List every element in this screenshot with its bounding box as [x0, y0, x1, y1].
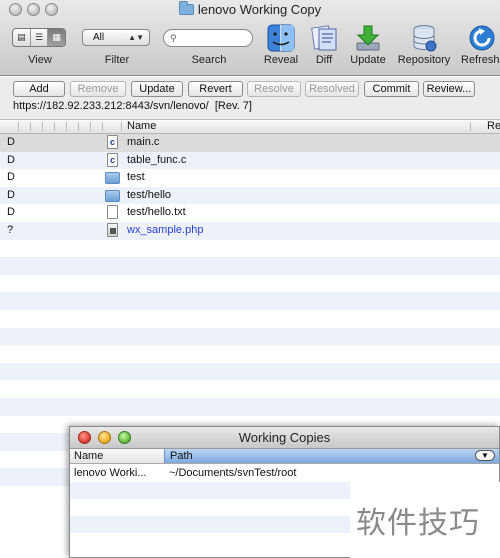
repository-icon [413, 25, 437, 52]
repo-url-text: https://182.92.233.212:8443/svn/lenovo/ [13, 100, 209, 112]
filter-select[interactable]: All ▲▼ [82, 29, 150, 46]
sort-down-icon[interactable]: ▼ [475, 450, 495, 461]
file-name: test/hello.txt [127, 206, 186, 219]
reveal-label: Reveal [263, 54, 299, 66]
finder-icon [267, 24, 295, 52]
file-name: test/hello [127, 188, 172, 201]
text-file-icon [107, 205, 118, 220]
window-title: lenovo Working Copy [0, 1, 500, 17]
folder-icon [105, 172, 120, 185]
zoom-window-button[interactable] [118, 431, 131, 444]
search-input[interactable]: ⚲ [163, 29, 253, 47]
empty-row [0, 257, 500, 275]
empty-row [0, 380, 500, 398]
file-row[interactable]: D table_func.c [0, 151, 500, 170]
working-copies-header: Name Path ▼ [70, 449, 499, 464]
empty-row [0, 345, 500, 363]
refresh-icon [469, 25, 495, 51]
file-list-header: Name Re [0, 120, 500, 134]
repository-button[interactable]: Repository [393, 22, 455, 70]
file-status: D [7, 206, 15, 219]
file-status: ? [7, 223, 14, 236]
file-row[interactable]: ? wx_sample.php [0, 221, 500, 240]
search-label: Search [191, 54, 227, 66]
filter-control[interactable]: All ▲▼ Filter [82, 22, 152, 70]
file-status: D [7, 153, 15, 166]
watermark: 软件技巧 [350, 482, 500, 558]
repository-label: Repository [397, 54, 451, 66]
view-mode-icons[interactable]: ▤ [13, 29, 31, 46]
name-column-header[interactable]: Name [74, 450, 103, 462]
file-name: main.c [127, 136, 160, 148]
c-file-icon [107, 152, 118, 167]
file-status: D [7, 136, 15, 148]
refresh-label: Refresh [461, 54, 500, 66]
view-mode-list[interactable]: ☰ [31, 29, 49, 46]
search-control[interactable]: ⚲ Search [163, 22, 255, 70]
empty-row [0, 274, 500, 293]
view-label: View [28, 54, 52, 66]
add-button[interactable]: Add [13, 81, 65, 97]
c-file-icon [107, 135, 118, 149]
resolved-button[interactable]: Resolved [305, 81, 359, 97]
empty-row [0, 327, 500, 346]
working-copies-title-bar: Working Copies [70, 427, 499, 449]
php-file-icon [107, 222, 118, 237]
file-row[interactable]: D test [0, 169, 500, 187]
file-row[interactable]: D test/hello.txt [0, 204, 500, 222]
repository-url: https://182.92.233.212:8443/svn/lenovo/ … [13, 100, 252, 112]
filter-label: Filter [104, 54, 130, 66]
path-column-header[interactable]: Path ▼ [164, 449, 499, 463]
reveal-button[interactable]: Reveal [258, 22, 304, 70]
empty-row [0, 362, 500, 381]
update-label: Update [350, 54, 386, 66]
review-button[interactable]: Review... [423, 81, 475, 97]
minimize-window-button[interactable] [98, 431, 111, 444]
file-status: D [7, 188, 15, 201]
update-button[interactable]: Update [131, 81, 183, 97]
remove-button[interactable]: Remove [70, 81, 126, 97]
diff-icon [311, 25, 337, 51]
commit-button[interactable]: Commit [364, 81, 419, 97]
update-toolbar-button[interactable]: Update [345, 22, 391, 70]
revision-label: [Rev. 7] [214, 100, 252, 112]
file-status: D [7, 171, 15, 184]
diff-label: Diff [315, 54, 333, 66]
view-mode-columns[interactable]: ▦ [48, 29, 65, 46]
watermark-text: 软件技巧 [356, 506, 480, 541]
file-name: wx_sample.php [127, 223, 204, 236]
diff-button[interactable]: Diff [304, 22, 344, 70]
working-copy-name: lenovo Worki... [74, 467, 147, 479]
revision-column-header[interactable]: Re [487, 120, 500, 132]
resolve-button[interactable]: Resolve [247, 81, 301, 97]
action-bar: Add Remove Update Revert Resolve Resolve… [0, 77, 500, 120]
refresh-button[interactable]: Refresh [457, 22, 500, 70]
file-name: table_func.c [127, 153, 187, 166]
working-copy-row[interactable]: lenovo Worki... ~/Documents/svnTest/root [70, 465, 499, 482]
updown-arrow-icon: ▲▼ [128, 33, 144, 42]
folder-icon [105, 189, 120, 202]
empty-row [0, 397, 500, 416]
title-bar: lenovo Working Copy ▤ ☰ ▦ View All ▲▼ Fil… [0, 0, 500, 76]
folder-icon [178, 1, 194, 15]
search-icon: ⚲ [170, 33, 177, 43]
file-row[interactable]: D test/hello [0, 186, 500, 205]
empty-row [0, 309, 500, 328]
view-control[interactable]: ▤ ☰ ▦ View [10, 22, 70, 70]
file-name: test [127, 171, 145, 184]
name-column-header[interactable]: Name [127, 120, 156, 132]
view-mode-segmented[interactable]: ▤ ☰ ▦ [12, 28, 66, 47]
revert-button[interactable]: Revert [188, 81, 243, 97]
close-window-button[interactable] [78, 431, 91, 444]
empty-row [0, 239, 500, 258]
empty-row [0, 292, 500, 310]
file-row[interactable]: D main.c [0, 134, 500, 152]
working-copy-path: ~/Documents/svnTest/root [169, 467, 297, 479]
update-arrow-icon [356, 25, 380, 51]
working-copies-title: Working Copies [238, 430, 331, 445]
